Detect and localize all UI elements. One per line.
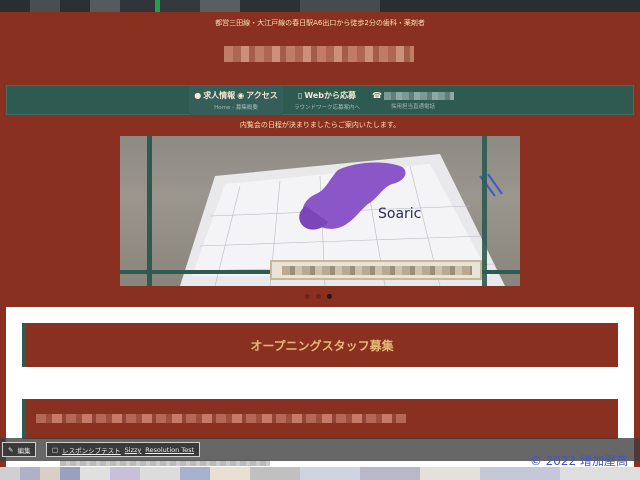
site-subtitle: 都営三田線・大江戸線の春日駅A6出口から徒歩2分の歯科・薬剤者 — [215, 19, 425, 27]
nav-item-recruit-label: 求人情報 — [203, 91, 236, 100]
nav-item-recruit[interactable]: ● 求人情報 ◉ アクセス Home - 募集概要 — [189, 86, 283, 115]
section-heading-blurred — [22, 399, 618, 439]
hero-carousel[interactable]: Soaric — [120, 136, 520, 286]
carousel-indicators — [305, 294, 332, 299]
carousel-frame-right — [482, 136, 487, 286]
carousel-dot-3[interactable] — [327, 294, 332, 299]
tablet-icon: ▯ — [297, 91, 303, 100]
carousel-dot-2[interactable] — [316, 294, 321, 299]
site-title-blurred[interactable] — [224, 46, 414, 62]
carousel-caption-blurred — [282, 266, 472, 275]
responsive-test-link[interactable]: レスポンシブテスト — [62, 445, 121, 455]
edit-button[interactable]: ✎ 編集 — [2, 442, 37, 457]
nav-item-web-apply[interactable]: ▯ Webから応募 ラウンドワーク応募案内へ — [287, 86, 367, 115]
resolution-test-link[interactable]: Resolution Test — [145, 446, 194, 454]
carousel-dot-1[interactable] — [305, 294, 310, 299]
edit-button-label: 編集 — [17, 446, 31, 455]
main-nav: ● 求人情報 ◉ アクセス Home - 募集概要 ▯ Webから応募 ラウンド… — [6, 85, 634, 115]
carousel-frame-left — [147, 136, 152, 286]
nav-item-access-label: アクセス — [246, 91, 278, 100]
phone-number-blurred — [383, 91, 454, 100]
sizzy-link[interactable]: Sizzy — [125, 446, 142, 454]
browser-top-strip — [0, 0, 640, 12]
monitor-icon: □ — [52, 445, 59, 454]
map-pin-icon: ◉ — [237, 91, 245, 100]
phone-icon: ☎ — [372, 91, 382, 100]
nav-item-phone-sub: 採用担当直通電話 — [390, 104, 435, 110]
floor-plan-label: Soaric — [378, 206, 421, 222]
section-heading-text-blurred — [36, 414, 406, 423]
nav-item-phone[interactable]: ☎ 採用担当直通電話 — [371, 86, 455, 115]
section-heading-opening-staff: オープニングスタッフ募集 — [22, 323, 618, 367]
nav-item-recruit-sub: Home - 募集概要 — [214, 105, 258, 111]
notice-text: 内覧会の日程が決まりましたらご案内いたします。 — [239, 121, 401, 129]
edit-icon: ✎ — [8, 445, 14, 454]
browser-bottom-strip — [0, 467, 640, 480]
responsive-test-toolbar: □ レスポンシブテスト Sizzy Resolution Test — [46, 442, 201, 457]
carousel-caption — [270, 260, 482, 280]
nav-item-web-apply-label: Webから応募 — [304, 91, 357, 100]
user-icon: ● — [194, 91, 202, 100]
nav-item-web-apply-sub: ラウンドワーク応募案内へ — [293, 105, 360, 111]
